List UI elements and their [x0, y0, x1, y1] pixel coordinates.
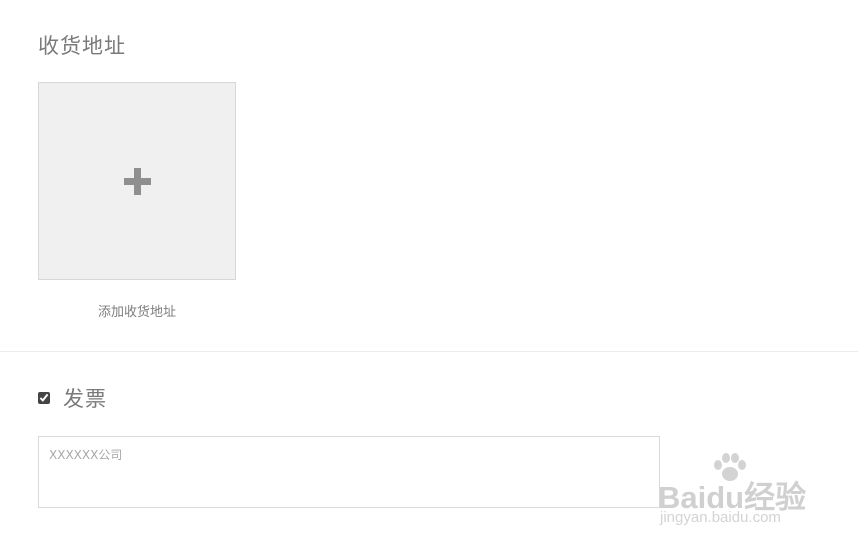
add-address-button[interactable]: [38, 82, 236, 280]
plus-icon: [124, 168, 151, 195]
baidu-jingyan-watermark: Baidu经验 jingyan.baidu.com: [658, 452, 813, 527]
invoice-section-title: 发票: [63, 387, 107, 411]
add-address-label: 添加收货地址: [97, 305, 176, 320]
invoice-company-input[interactable]: [38, 436, 660, 508]
invoice-checkbox[interactable]: [38, 392, 50, 404]
watermark-url: jingyan.baidu.com: [660, 509, 781, 526]
section-divider: [0, 351, 858, 352]
address-section-title: 收货地址: [38, 34, 126, 58]
invoice-header: 发票: [38, 384, 107, 412]
